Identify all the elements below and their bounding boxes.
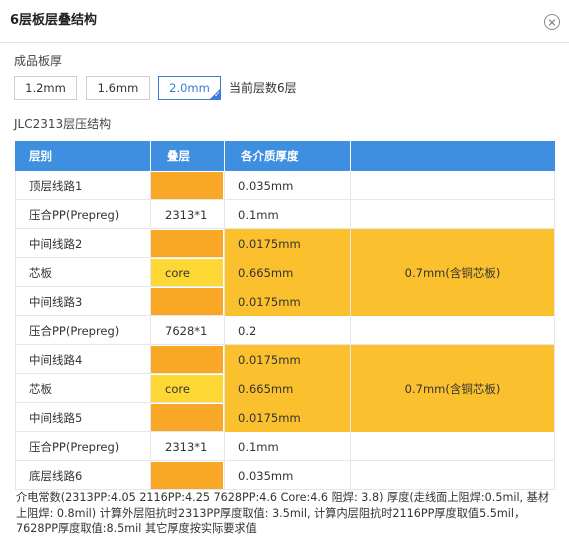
dialog-title: 6层板层叠结构 bbox=[10, 13, 98, 28]
column-divider bbox=[554, 171, 555, 490]
column-divider bbox=[150, 171, 151, 490]
table-row-name: 压合PP(Prepreg) bbox=[29, 207, 120, 222]
table-row-name: 中间线路5 bbox=[29, 410, 83, 425]
table-row-thickness: 0.2 bbox=[238, 323, 257, 338]
thickness-label: 成品板厚 bbox=[14, 54, 63, 68]
table-row-stack bbox=[151, 346, 223, 373]
table-row-name: 压合PP(Prepreg) bbox=[29, 439, 120, 454]
table-row-stack: 2313*1 bbox=[165, 207, 208, 222]
stackup-table: 层别 叠层 各介质厚度 0.7mm(含铜芯板) 0.7mm(含铜芯板) 顶层线路1 0.03… bbox=[15, 141, 555, 490]
column-divider bbox=[350, 171, 351, 490]
table-row-name: 芯板 bbox=[29, 265, 52, 280]
table-row-name: 中间线路4 bbox=[29, 352, 83, 367]
table-row-thickness: 0.0175mm bbox=[238, 294, 301, 309]
core-group-label: 0.7mm(含铜芯板) bbox=[404, 265, 501, 280]
thickness-option-label: 2.0mm bbox=[169, 81, 210, 95]
selected-check-icon: ✓ bbox=[209, 88, 221, 100]
table-header-cell: 层别 bbox=[15, 141, 150, 171]
table-row-stack bbox=[151, 404, 223, 431]
table-row-stack: core bbox=[151, 259, 223, 286]
close-icon[interactable] bbox=[544, 14, 560, 30]
core-group-label: 0.7mm(含铜芯板) bbox=[404, 381, 501, 396]
table-row-name: 顶层线路1 bbox=[29, 178, 83, 193]
table-row-name: 中间线路3 bbox=[29, 294, 83, 309]
table-row-stack bbox=[151, 288, 223, 315]
dielectric-note: 介电常数(2313PP:4.05 2116PP:4.25 7628PP:4.6 … bbox=[16, 491, 550, 535]
table-row-thickness: 0.035mm bbox=[238, 178, 294, 193]
table-row-stack bbox=[151, 172, 223, 199]
table-row-thickness: 0.665mm bbox=[238, 381, 294, 396]
structure-title: JLC2313层压结构 bbox=[14, 117, 112, 131]
table-row-thickness: 0.1mm bbox=[238, 207, 279, 222]
table-row-thickness: 0.0175mm bbox=[238, 410, 301, 425]
table-row-name: 底层线路6 bbox=[29, 468, 83, 483]
table-row-thickness: 0.0175mm bbox=[238, 352, 301, 367]
table-row-name: 压合PP(Prepreg) bbox=[29, 323, 120, 338]
table-row-stack: 7628*1 bbox=[165, 323, 208, 338]
thickness-option-2-0mm[interactable]: 2.0mm ✓ bbox=[158, 76, 221, 100]
table-row-thickness: 0.1mm bbox=[238, 439, 279, 454]
table-row-stack: core bbox=[151, 375, 223, 402]
table-row-name: 芯板 bbox=[29, 381, 52, 396]
column-divider bbox=[15, 171, 16, 490]
table-header-cell: 各介质厚度 bbox=[224, 141, 350, 171]
table-row-stack bbox=[151, 230, 223, 257]
table-row-thickness: 0.665mm bbox=[238, 265, 294, 280]
thickness-option-1-6mm[interactable]: 1.6mm bbox=[86, 76, 150, 100]
table-row-stack bbox=[151, 462, 223, 489]
table-header-cell: 叠层 bbox=[150, 141, 224, 171]
dialog-header: 6层板层叠结构 bbox=[0, 0, 569, 43]
thickness-option-1-2mm[interactable]: 1.2mm bbox=[14, 76, 77, 100]
table-header-cell bbox=[350, 141, 555, 171]
table-row-thickness: 0.035mm bbox=[238, 468, 294, 483]
stackup-dialog: 6层板层叠结构 成品板厚 1.2mm 1.6mm 2.0mm ✓ 当前层数6层 … bbox=[0, 0, 569, 552]
column-divider bbox=[224, 171, 225, 490]
table-row-name: 中间线路2 bbox=[29, 236, 83, 251]
current-layer-count: 当前层数6层 bbox=[229, 81, 297, 95]
table-row-stack: 2313*1 bbox=[165, 439, 208, 454]
table-row-thickness: 0.0175mm bbox=[238, 236, 301, 251]
